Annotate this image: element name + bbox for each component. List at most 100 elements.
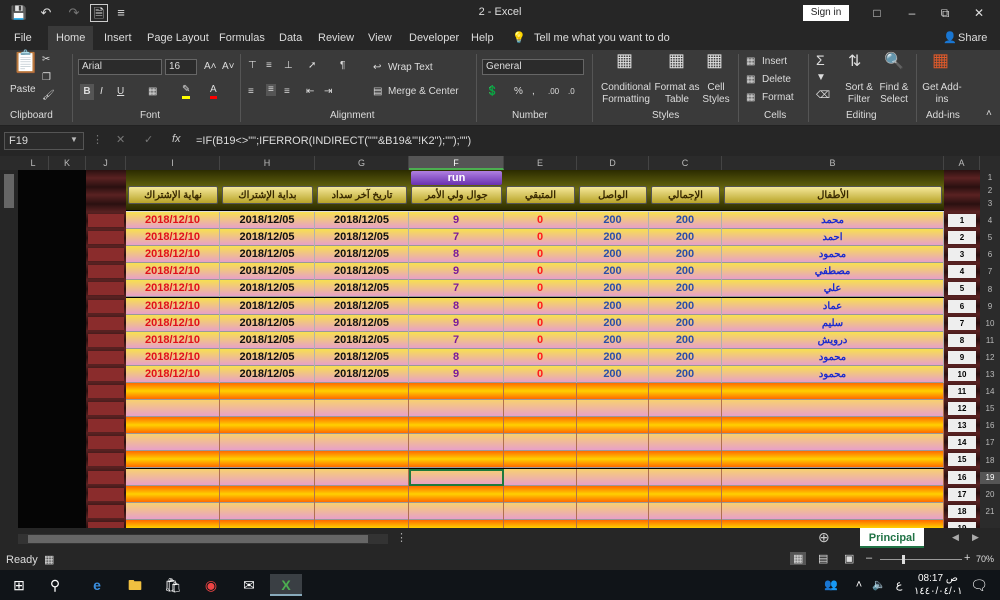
table-cell-last[interactable]: 2018/12/05 (315, 246, 409, 264)
column-header-f[interactable]: F (409, 156, 504, 170)
table-cell-name[interactable]: محمود (722, 246, 944, 264)
table-cell-phone[interactable]: 9 (409, 263, 504, 281)
get-addins-button[interactable]: Get Add-ins (922, 82, 962, 106)
decrease-decimal-icon[interactable]: .0 (568, 86, 575, 98)
table-cell-last[interactable]: 2018/12/05 (315, 314, 409, 332)
people-icon[interactable]: 👥 (818, 574, 844, 596)
table-cell-end[interactable]: 2018/12/10 (126, 229, 220, 247)
column-header-e[interactable]: E (504, 156, 577, 170)
row-header-21[interactable]: 21 (980, 506, 1000, 518)
row-header-16[interactable]: 16 (980, 420, 1000, 432)
column-header-k[interactable]: K (49, 156, 86, 170)
table-cell-total[interactable]: 200 (649, 280, 722, 298)
table-cell-start[interactable]: 2018/12/05 (220, 297, 315, 315)
table-cell-end[interactable]: 2018/12/10 (126, 331, 220, 349)
row-header-12[interactable]: 12 (980, 352, 1000, 364)
increase-indent-icon[interactable]: ⇥ (324, 86, 332, 98)
table-cell-total[interactable]: 200 (649, 212, 722, 230)
table-cell-start[interactable]: 2018/12/05 (220, 246, 315, 264)
sort-filter-button[interactable]: Sort & Filter (842, 82, 876, 106)
row-header-20[interactable]: 20 (980, 489, 1000, 501)
table-cell-name[interactable]: سليم (722, 314, 944, 332)
tab-home[interactable]: Home (48, 26, 94, 50)
table-cell-phone[interactable]: 8 (409, 297, 504, 315)
cell-styles-button[interactable]: Cell Styles (698, 82, 734, 106)
table-cell-name[interactable]: احمد (722, 229, 944, 247)
table-cell-paid[interactable]: 200 (577, 314, 649, 332)
empty-row[interactable] (126, 502, 944, 520)
chrome-icon[interactable]: ◉ (198, 574, 224, 596)
table-cell-end[interactable]: 2018/12/10 (126, 314, 220, 332)
column-header-g[interactable]: G (315, 156, 409, 170)
table-cell-name[interactable]: علي (722, 280, 944, 298)
mail-icon[interactable]: ✉ (236, 574, 262, 596)
table-cell-total[interactable]: 200 (649, 348, 722, 366)
bold-icon[interactable]: B (80, 84, 94, 100)
row-header-8[interactable]: 8 (980, 284, 1000, 296)
align-left-icon[interactable]: ≡ (248, 86, 254, 98)
sign-in-button[interactable]: Sign in (803, 5, 849, 21)
zoom-in-icon[interactable]: + (964, 552, 970, 564)
format-painter-icon[interactable]: 🖌 (42, 90, 55, 102)
table-cell-last[interactable]: 2018/12/05 (315, 263, 409, 281)
column-header-a[interactable]: A (944, 156, 980, 170)
table-cell-phone[interactable]: 7 (409, 229, 504, 247)
cancel-icon[interactable]: ✕ (116, 133, 125, 146)
zoom-out-icon[interactable]: – (866, 552, 872, 564)
table-cell-end[interactable]: 2018/12/10 (126, 280, 220, 298)
row-header-18[interactable]: 18 (980, 455, 1000, 467)
column-header-i[interactable]: I (126, 156, 220, 170)
font-color-icon[interactable]: A (210, 84, 217, 99)
format-as-table-button[interactable]: Format as Table (654, 82, 700, 106)
row-header-3[interactable]: 3 (980, 198, 1000, 210)
table-cell-name[interactable]: محمود (722, 365, 944, 383)
share-icon[interactable]: 👤 (943, 26, 957, 50)
clock-time[interactable]: 08:17 ص (918, 573, 958, 584)
table-cell-start[interactable]: 2018/12/05 (220, 263, 315, 281)
italic-icon[interactable]: I (100, 86, 103, 98)
table-cell-phone[interactable]: 9 (409, 365, 504, 383)
scroll-right-icon[interactable]: ▶ (972, 532, 979, 543)
border-icon[interactable]: ▦ (148, 86, 157, 98)
row-header-4[interactable]: 4 (980, 215, 1000, 227)
table-cell-start[interactable]: 2018/12/05 (220, 212, 315, 230)
table-cell-start[interactable]: 2018/12/05 (220, 229, 315, 247)
underline-icon[interactable]: U (117, 86, 124, 98)
decrease-indent-icon[interactable]: ⇤ (306, 86, 314, 98)
table-cell-paid[interactable]: 200 (577, 348, 649, 366)
table-cell-last[interactable]: 2018/12/05 (315, 297, 409, 315)
table-cell-total[interactable]: 200 (649, 314, 722, 332)
table-cell-paid[interactable]: 200 (577, 331, 649, 349)
tab-view[interactable]: View (368, 26, 392, 50)
table-cell-total[interactable]: 200 (649, 297, 722, 315)
table-cell-end[interactable]: 2018/12/10 (126, 297, 220, 315)
table-cell-start[interactable]: 2018/12/05 (220, 365, 315, 383)
add-sheet-icon[interactable]: ⊕ (818, 529, 830, 546)
zoom-slider[interactable] (880, 555, 962, 564)
table-cell-last[interactable]: 2018/12/05 (315, 212, 409, 230)
row-header-5[interactable]: 5 (980, 232, 1000, 244)
sheet-tab-principal[interactable]: Principal (860, 528, 924, 548)
vertical-scrollbar[interactable] (0, 170, 18, 528)
table-cell-paid[interactable]: 200 (577, 212, 649, 230)
table-cell-rem[interactable]: 0 (504, 229, 577, 247)
comma-style-icon[interactable]: , (532, 86, 535, 98)
search-icon[interactable]: ⚲ (42, 574, 68, 596)
table-cell-total[interactable]: 200 (649, 331, 722, 349)
scrollbar-thumb[interactable] (28, 535, 368, 543)
column-header-l[interactable]: L (18, 156, 49, 170)
close-button[interactable]: ✕ (964, 3, 994, 23)
accounting-format-icon[interactable]: 💲 (486, 86, 498, 98)
page-layout-view-icon[interactable]: ▤ (818, 552, 828, 565)
table-cell-name[interactable]: درويش (722, 331, 944, 349)
table-cell-phone[interactable]: 9 (409, 212, 504, 230)
edge-icon[interactable]: e (84, 574, 110, 596)
row-header-17[interactable]: 17 (980, 437, 1000, 449)
table-cell-last[interactable]: 2018/12/05 (315, 331, 409, 349)
table-cell-rem[interactable]: 0 (504, 365, 577, 383)
collapse-ribbon-icon[interactable]: ˄ (986, 108, 992, 120)
table-cell-total[interactable]: 200 (649, 246, 722, 264)
table-cell-start[interactable]: 2018/12/05 (220, 348, 315, 366)
formula-input[interactable]: =IF(B19<>"";IFERROR(INDIRECT("'"&B19&"'!… (196, 132, 996, 150)
tab-data[interactable]: Data (279, 26, 302, 50)
